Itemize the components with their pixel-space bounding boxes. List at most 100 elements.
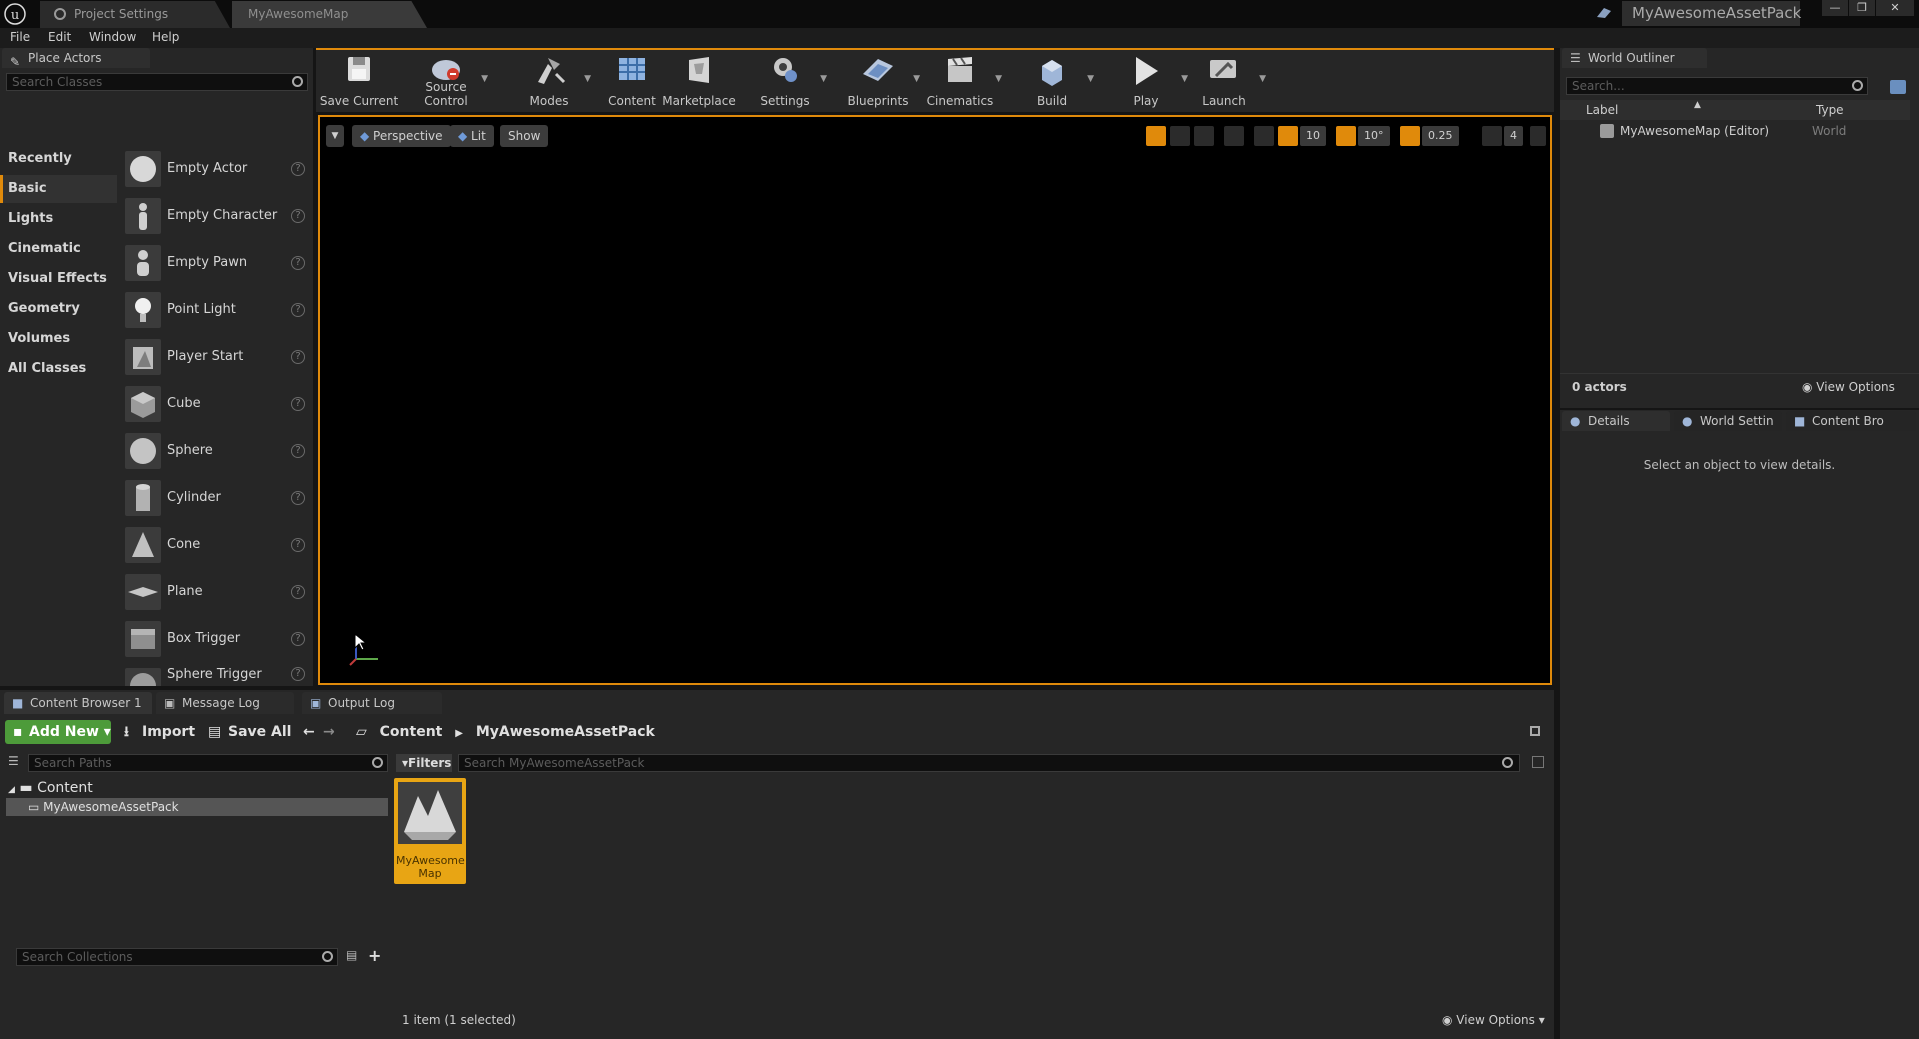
- world-local-icon[interactable]: [1224, 126, 1244, 146]
- menu-file[interactable]: File: [10, 30, 30, 44]
- help-icon[interactable]: ?: [291, 209, 305, 223]
- sources-toggle-icon[interactable]: ☰: [8, 754, 19, 768]
- search-paths-input[interactable]: Search Paths: [28, 754, 388, 772]
- blueprints-button[interactable]: Blueprints ▼: [838, 52, 920, 108]
- help-icon[interactable]: ?: [291, 303, 305, 317]
- view-options-button[interactable]: ◉ View Options ▾: [1442, 1013, 1545, 1027]
- column-type[interactable]: Type: [1816, 103, 1844, 117]
- help-icon[interactable]: ?: [291, 585, 305, 599]
- level-viewport[interactable]: ▼ ◆ Perspective ◆ Lit Show 10 10° 0.25 4: [318, 115, 1552, 685]
- scale-icon[interactable]: [1194, 126, 1214, 146]
- source-control-status-icon[interactable]: [1595, 5, 1613, 21]
- build-button[interactable]: Build ▼: [1012, 52, 1094, 108]
- actor-item-point-light[interactable]: Point Light ?: [120, 287, 313, 333]
- scale-snap-value[interactable]: 0.25: [1422, 126, 1459, 146]
- help-icon[interactable]: ?: [291, 256, 305, 270]
- chevron-down-icon[interactable]: ▼: [481, 74, 488, 84]
- tab-place-actors[interactable]: ✎ Place Actors: [2, 48, 150, 69]
- show-button[interactable]: Show: [500, 125, 549, 147]
- actor-item-player-start[interactable]: Player Start ?: [120, 334, 313, 380]
- search-assets-input[interactable]: Search MyAwesomeAssetPack: [458, 754, 1520, 772]
- grid-snap-icon[interactable]: [1278, 126, 1298, 146]
- play-button[interactable]: Play ▼: [1106, 52, 1188, 108]
- minimize-button[interactable]: —: [1822, 0, 1848, 16]
- outliner-row[interactable]: MyAwesomeMap (Editor) World: [1560, 122, 1910, 140]
- add-collection-icon[interactable]: +: [368, 946, 381, 965]
- actor-item-sphere-trigger[interactable]: Sphere Trigger ?: [120, 663, 313, 686]
- maximize-button[interactable]: ❐: [1849, 0, 1875, 16]
- chevron-down-icon[interactable]: ▼: [913, 74, 920, 84]
- tab-content-browser-2[interactable]: ■ Content Bro: [1786, 411, 1916, 431]
- close-button[interactable]: ✕: [1876, 0, 1914, 16]
- save-all-button[interactable]: ▤ Save All: [208, 720, 291, 744]
- perspective-button[interactable]: ◆ Perspective: [352, 125, 451, 147]
- tab-message-log[interactable]: ▣ Message Log: [156, 692, 294, 714]
- rotation-snap-value[interactable]: 10°: [1358, 126, 1390, 146]
- menu-help[interactable]: Help: [152, 30, 179, 44]
- tab-details[interactable]: ● Details: [1562, 411, 1670, 431]
- search-collections-input[interactable]: Search Collections: [16, 948, 338, 966]
- column-label[interactable]: Label: [1586, 103, 1618, 117]
- chevron-down-icon[interactable]: ▼: [820, 74, 827, 84]
- help-icon[interactable]: ?: [291, 491, 305, 505]
- menu-edit[interactable]: Edit: [48, 30, 71, 44]
- unreal-logo-icon[interactable]: u: [4, 3, 26, 25]
- help-icon[interactable]: ?: [291, 397, 305, 411]
- view-options-button[interactable]: ◉ View Options: [1802, 380, 1895, 394]
- outliner-search-input[interactable]: Search...: [1566, 77, 1868, 95]
- source-control-button[interactable]: Source Control ▼: [406, 52, 488, 108]
- tab-content-browser-1[interactable]: ■ Content Browser 1: [4, 692, 152, 714]
- help-icon[interactable]: ?: [291, 350, 305, 364]
- actor-item-empty-pawn[interactable]: Empty Pawn ?: [120, 240, 313, 286]
- tab-output-log[interactable]: ▣ Output Log: [302, 692, 442, 714]
- search-classes-input[interactable]: Search Classes: [6, 73, 308, 91]
- asset-tile[interactable]: MyAwesome Map: [394, 778, 466, 884]
- actor-item-cube[interactable]: Cube ?: [120, 381, 313, 427]
- help-icon[interactable]: ?: [291, 667, 305, 681]
- rotate-icon[interactable]: [1170, 126, 1190, 146]
- breadcrumb-content[interactable]: Content: [380, 724, 443, 740]
- tab-world-outliner[interactable]: ☰ World Outliner: [1562, 48, 1707, 68]
- save-search-icon[interactable]: [1532, 756, 1544, 768]
- actor-item-plane[interactable]: Plane ?: [120, 569, 313, 615]
- tab-project-settings[interactable]: Project Settings: [40, 1, 230, 28]
- tab-my-awesome-map[interactable]: MyAwesomeMap: [232, 1, 427, 28]
- actor-item-empty-actor[interactable]: Empty Actor ?: [120, 146, 313, 192]
- save-current-button[interactable]: Save Current: [319, 52, 399, 108]
- help-icon[interactable]: ?: [291, 444, 305, 458]
- actor-item-cone[interactable]: Cone ?: [120, 522, 313, 568]
- filters-button[interactable]: ▾Filters ▾: [396, 754, 452, 788]
- tree-item-my-awesome-asset-pack[interactable]: ▭ MyAwesomeAssetPack: [6, 798, 388, 816]
- settings-button[interactable]: Settings ▼: [745, 52, 827, 108]
- viewport-options-dropdown[interactable]: ▼: [326, 125, 344, 147]
- import-button[interactable]: ⭳ Import: [124, 720, 195, 744]
- breadcrumb-pack[interactable]: MyAwesomeAssetPack: [476, 724, 655, 740]
- modes-button[interactable]: Modes ▼: [509, 52, 591, 108]
- rotation-snap-icon[interactable]: [1336, 126, 1356, 146]
- actor-item-empty-character[interactable]: Empty Character ?: [120, 193, 313, 239]
- camera-speed-icon[interactable]: [1482, 126, 1502, 146]
- actor-item-sphere[interactable]: Sphere ?: [120, 428, 313, 474]
- expand-icon[interactable]: ◢: [8, 785, 15, 795]
- actor-item-cylinder[interactable]: Cylinder ?: [120, 475, 313, 521]
- chevron-down-icon[interactable]: ▼: [995, 74, 1002, 84]
- menu-window[interactable]: Window: [89, 30, 136, 44]
- camera-speed-value[interactable]: 4: [1504, 126, 1523, 146]
- lit-button[interactable]: ◆ Lit: [450, 125, 494, 147]
- add-new-button[interactable]: ▪ Add New ▾: [5, 720, 111, 744]
- launch-button[interactable]: Launch ▼: [1184, 52, 1266, 108]
- chevron-down-icon[interactable]: ▼: [1259, 74, 1266, 84]
- translate-icon[interactable]: [1146, 126, 1166, 146]
- marketplace-button[interactable]: Marketplace: [659, 52, 739, 108]
- back-button[interactable]: ←: [303, 720, 315, 744]
- tab-world-settings[interactable]: ● World Settin: [1674, 411, 1782, 431]
- surface-snap-icon[interactable]: [1254, 126, 1274, 146]
- add-folder-icon[interactable]: [1890, 80, 1906, 94]
- maximize-viewport-icon[interactable]: [1530, 126, 1546, 146]
- tree-item-content[interactable]: ◢ ▬ Content: [8, 780, 93, 796]
- help-icon[interactable]: ?: [291, 538, 305, 552]
- collections-list-icon[interactable]: ▤: [346, 948, 357, 962]
- help-icon[interactable]: ?: [291, 632, 305, 646]
- scale-snap-icon[interactable]: [1400, 126, 1420, 146]
- lock-icon[interactable]: [1530, 726, 1540, 736]
